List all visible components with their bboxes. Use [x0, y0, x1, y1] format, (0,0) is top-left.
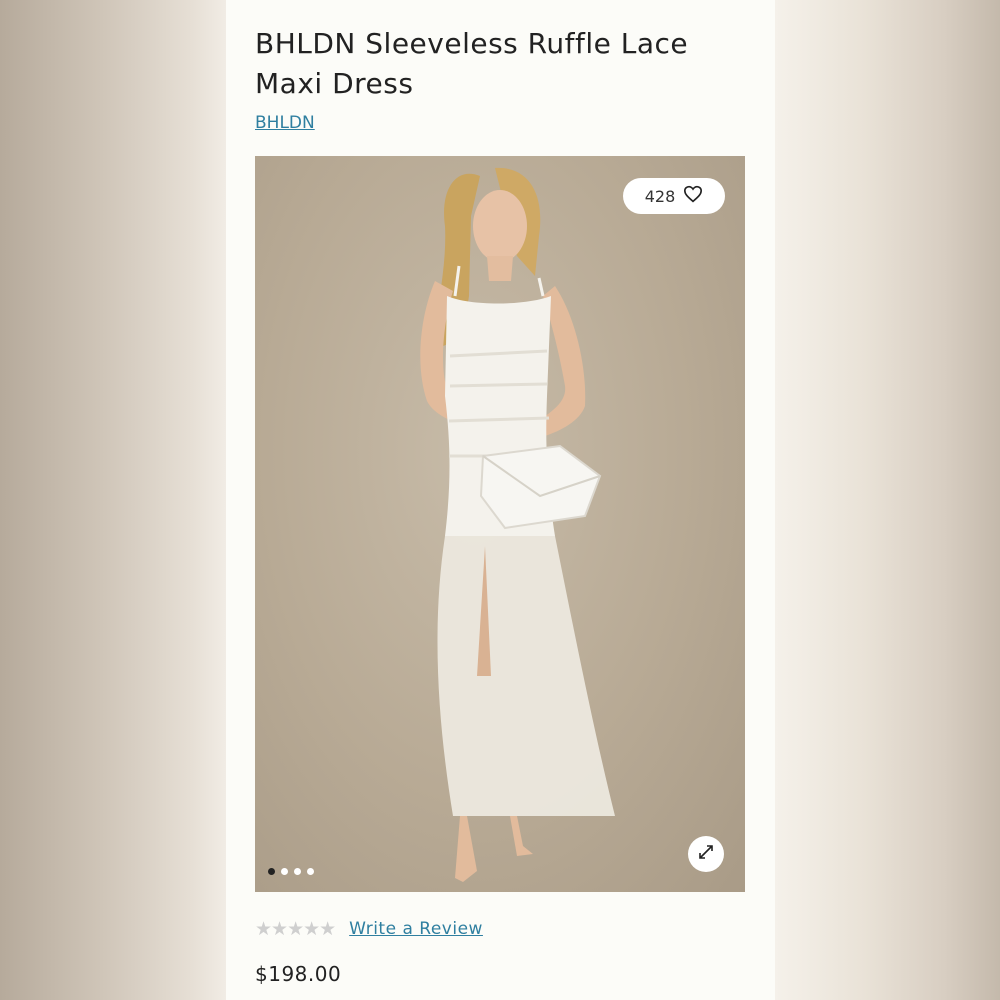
brand-link[interactable]: BHLDN — [255, 113, 315, 133]
carousel-dot[interactable] — [294, 868, 301, 875]
background-blur-left — [0, 0, 226, 1000]
carousel-dot[interactable] — [268, 868, 275, 875]
expand-arrows-icon — [697, 843, 715, 865]
model-illustration — [420, 167, 615, 882]
carousel-dot[interactable] — [281, 868, 288, 875]
like-count: 428 — [644, 186, 676, 206]
heart-icon — [683, 185, 703, 207]
carousel-dot[interactable] — [307, 868, 314, 875]
expand-image-button[interactable] — [688, 836, 724, 872]
product-image[interactable]: 428 — [255, 156, 745, 892]
write-review-link[interactable]: Write a Review — [349, 919, 483, 939]
product-title: BHLDN Sleeveless Ruffle Lace Maxi Dress — [255, 27, 689, 100]
image-carousel-dots — [268, 868, 314, 875]
like-button[interactable]: 428 — [623, 178, 725, 214]
product-panel: BHLDN Sleeveless Ruffle Lace Maxi Dress … — [226, 0, 775, 1000]
background-blur-right — [775, 0, 1000, 1000]
rating-row: ★★★★★ Write a Review — [255, 918, 483, 940]
star-rating-icon: ★★★★★ — [255, 918, 336, 940]
product-price: $198.00 — [255, 962, 342, 986]
